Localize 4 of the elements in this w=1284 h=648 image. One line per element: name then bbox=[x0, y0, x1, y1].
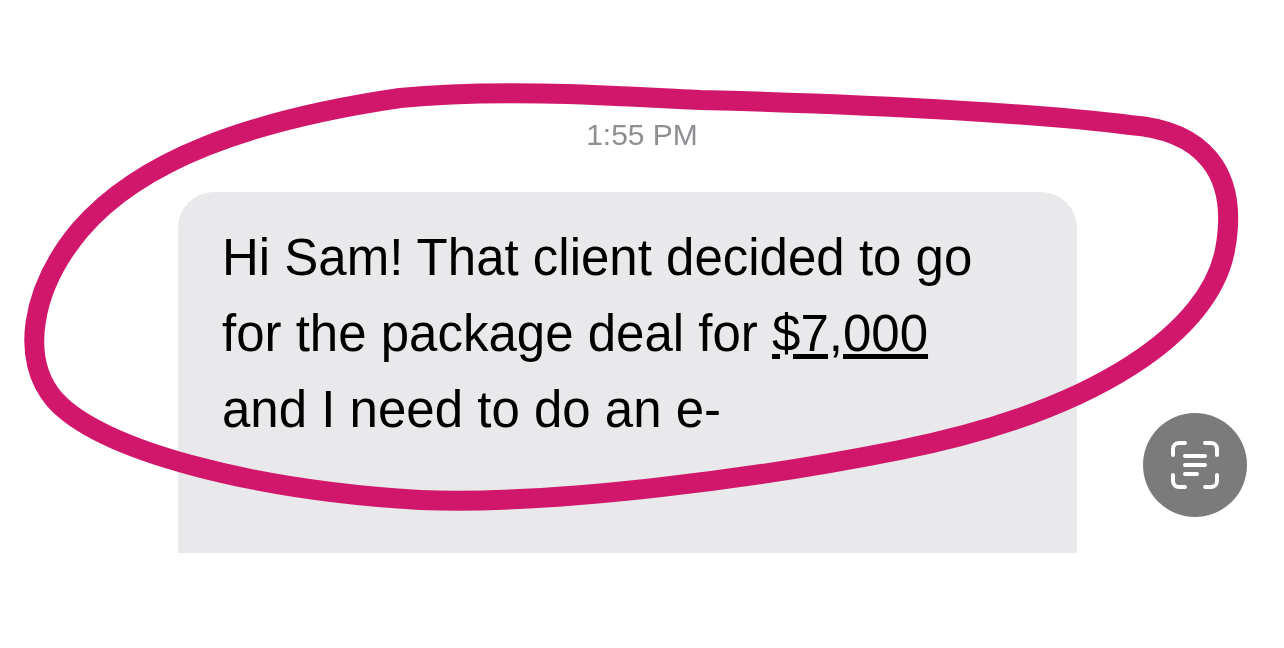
message-text: Hi Sam! That client decided to go for the package deal for $7,000 and I need to do an e- bbox=[222, 228, 974, 440]
text-scan-icon bbox=[1169, 439, 1221, 491]
timestamp: 1:55 PM bbox=[586, 118, 698, 152]
price-link[interactable]: $7,000 bbox=[772, 305, 929, 362]
